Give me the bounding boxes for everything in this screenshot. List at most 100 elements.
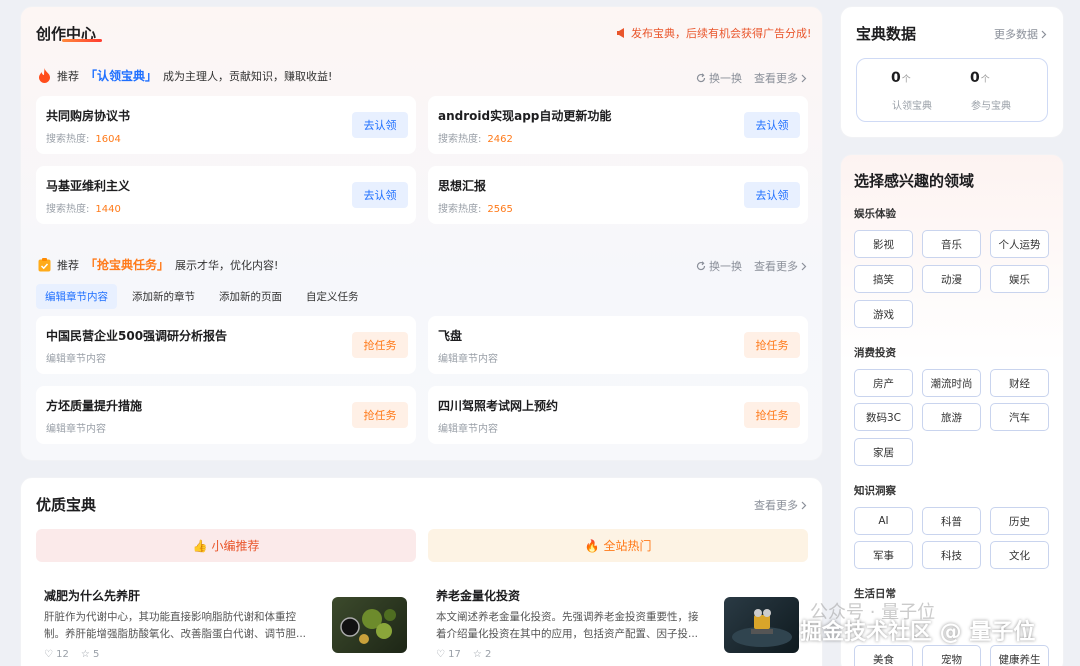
fire-icon	[39, 68, 50, 83]
chip-science[interactable]: 科普	[922, 507, 981, 535]
heat-label: 搜索热度:	[46, 134, 90, 145]
grab-task-button[interactable]: 抢任务	[744, 332, 800, 358]
claim-highlight[interactable]: 「认领宝典」	[85, 67, 157, 84]
category-entertainment: 娱乐体验	[854, 208, 896, 220]
chip-food[interactable]: 美食	[854, 645, 913, 666]
chip-culture[interactable]: 文化	[990, 541, 1049, 569]
chip-history[interactable]: 历史	[990, 507, 1049, 535]
grab-task-button[interactable]: 抢任务	[744, 402, 800, 428]
chip-music[interactable]: 音乐	[922, 230, 981, 258]
article-title[interactable]: 减肥为什么先养肝	[44, 587, 140, 604]
claim-card-heat: 搜索热度: 2462	[438, 130, 513, 145]
task-card-title: 方坯质量提升措施	[46, 399, 143, 413]
tab-custom-task[interactable]: 自定义任务	[297, 284, 368, 309]
chip-pets[interactable]: 宠物	[922, 645, 981, 666]
quality-title: 优质宝典	[36, 496, 97, 514]
chip-fashion[interactable]: 潮流时尚	[922, 369, 981, 397]
quality-more-link[interactable]: 查看更多	[754, 497, 807, 513]
claim-refresh-button[interactable]: 换一换	[696, 70, 742, 86]
claim-card-title: 马基亚维利主义	[46, 179, 131, 193]
chip-finance[interactable]: 财经	[990, 369, 1049, 397]
chip-anime[interactable]: 动漫	[922, 265, 981, 293]
chip-tech[interactable]: 科技	[922, 541, 981, 569]
like-count[interactable]: ♡ 17	[436, 649, 461, 660]
promo-text: 发布宝典，后续有机会获得广告分成!	[631, 27, 812, 40]
megaphone-icon	[617, 28, 624, 38]
interests-title: 选择感兴趣的领域	[854, 172, 975, 190]
task-card[interactable]: 飞盘 编辑章节内容 抢任务	[428, 316, 808, 374]
editor-pick-banner[interactable]: 👍 小编推荐	[36, 529, 416, 562]
claim-card-title: android实现app自动更新功能	[438, 109, 612, 123]
tab-add-chapter[interactable]: 添加新的章节	[123, 284, 204, 309]
tab-add-page[interactable]: 添加新的页面	[210, 284, 291, 309]
claim-card[interactable]: 共同购房协议书 搜索热度: 1604 去认领	[36, 96, 416, 154]
claim-button[interactable]: 去认领	[352, 112, 408, 138]
category-knowledge: 知识洞察	[854, 485, 896, 497]
chip-home[interactable]: 家居	[854, 438, 913, 466]
claim-button[interactable]: 去认领	[352, 182, 408, 208]
chip-fortune[interactable]: 个人运势	[990, 230, 1049, 258]
star-count[interactable]: ☆ 2	[473, 649, 492, 660]
task-highlight[interactable]: 「抢宝典任务」	[85, 256, 169, 273]
claim-more-link[interactable]: 查看更多	[754, 70, 807, 86]
claimed-count[interactable]: 0个	[891, 70, 911, 86]
task-more-link[interactable]: 查看更多	[754, 258, 807, 274]
claim-refresh-label: 换一换	[709, 72, 742, 85]
promo-banner[interactable]: 发布宝典，后续有机会获得广告分成!	[616, 25, 811, 41]
chip-military[interactable]: 军事	[854, 541, 913, 569]
task-prefix: 推荐	[57, 258, 79, 272]
claim-more-label: 查看更多	[754, 72, 798, 85]
chip-health[interactable]: 健康养生	[990, 645, 1049, 666]
chip-travel[interactable]: 旅游	[922, 403, 981, 431]
heat-label: 搜索热度:	[46, 204, 90, 215]
claim-button[interactable]: 去认领	[744, 112, 800, 138]
claim-card[interactable]: android实现app自动更新功能 搜索热度: 2462 去认领	[428, 96, 808, 154]
article-title[interactable]: 养老金量化投资	[436, 587, 520, 604]
chip-film[interactable]: 影视	[854, 230, 913, 258]
claim-card[interactable]: 思想汇报 搜索热度: 2565 去认领	[428, 166, 808, 224]
chip-auto[interactable]: 汽车	[990, 403, 1049, 431]
task-card[interactable]: 中国民营企业500强调研分析报告 编辑章节内容 抢任务	[36, 316, 416, 374]
article-meta: ♡ 17 ☆ 2	[436, 649, 491, 660]
tab-edit-chapter[interactable]: 编辑章节内容	[36, 284, 117, 309]
chip-entertainment[interactable]: 娱乐	[990, 265, 1049, 293]
like-icon: ♡	[436, 649, 449, 660]
claim-suffix: 成为主理人，贡献知识，赚取收益!	[163, 69, 333, 83]
like-count[interactable]: ♡ 12	[44, 649, 69, 660]
chip-real-estate[interactable]: 房产	[854, 369, 913, 397]
claim-button[interactable]: 去认领	[744, 182, 800, 208]
joined-count[interactable]: 0个	[970, 70, 990, 86]
task-card[interactable]: 方坯质量提升措施 编辑章节内容 抢任务	[36, 386, 416, 444]
article-desc: 肝脏作为代谢中心，其功能直接影响脂肪代谢和体重控制。养肝能增强脂肪酸氧化、改善脂…	[44, 611, 307, 640]
chevron-right-icon	[801, 74, 807, 82]
claim-prefix: 推荐	[57, 69, 79, 83]
task-card[interactable]: 四川驾照考试网上预约 编辑章节内容 抢任务	[428, 386, 808, 444]
data-more-label: 更多数据	[994, 28, 1038, 41]
thumbs-up-icon: 👍	[192, 538, 208, 553]
grab-task-button[interactable]: 抢任务	[352, 332, 408, 358]
task-tabs: 编辑章节内容 添加新的章节 添加新的页面 自定义任务	[36, 284, 368, 309]
chip-ai[interactable]: AI	[854, 507, 913, 535]
clipboard-check-icon	[38, 257, 51, 271]
task-recommend-line: 推荐 「抢宝典任务」 展示才华，优化内容!	[38, 256, 278, 273]
task-card-title: 飞盘	[438, 329, 463, 343]
chip-funny[interactable]: 搞笑	[854, 265, 913, 293]
site-hot-banner[interactable]: 🔥 全站热门	[428, 529, 808, 562]
chip-games[interactable]: 游戏	[854, 300, 913, 328]
star-count[interactable]: ☆ 5	[81, 649, 100, 660]
claim-card-heat: 搜索热度: 1440	[46, 200, 121, 215]
chevron-right-icon	[801, 262, 807, 270]
data-more-link[interactable]: 更多数据	[994, 26, 1047, 42]
task-refresh-button[interactable]: 换一换	[696, 258, 742, 274]
chevron-right-icon	[1041, 30, 1047, 38]
task-card-title: 四川驾照考试网上预约	[438, 399, 559, 413]
claim-card-heat: 搜索热度: 1604	[46, 130, 121, 145]
heat-label: 搜索热度:	[438, 204, 482, 215]
claim-card[interactable]: 马基亚维利主义 搜索热度: 1440 去认领	[36, 166, 416, 224]
star-icon: ☆	[472, 649, 486, 660]
grab-task-button[interactable]: 抢任务	[352, 402, 408, 428]
claimed-label: 认领宝典	[892, 101, 932, 112]
task-refresh-label: 换一换	[709, 260, 742, 273]
chip-digital[interactable]: 数码3C	[854, 403, 913, 431]
task-more-label: 查看更多	[754, 260, 798, 273]
